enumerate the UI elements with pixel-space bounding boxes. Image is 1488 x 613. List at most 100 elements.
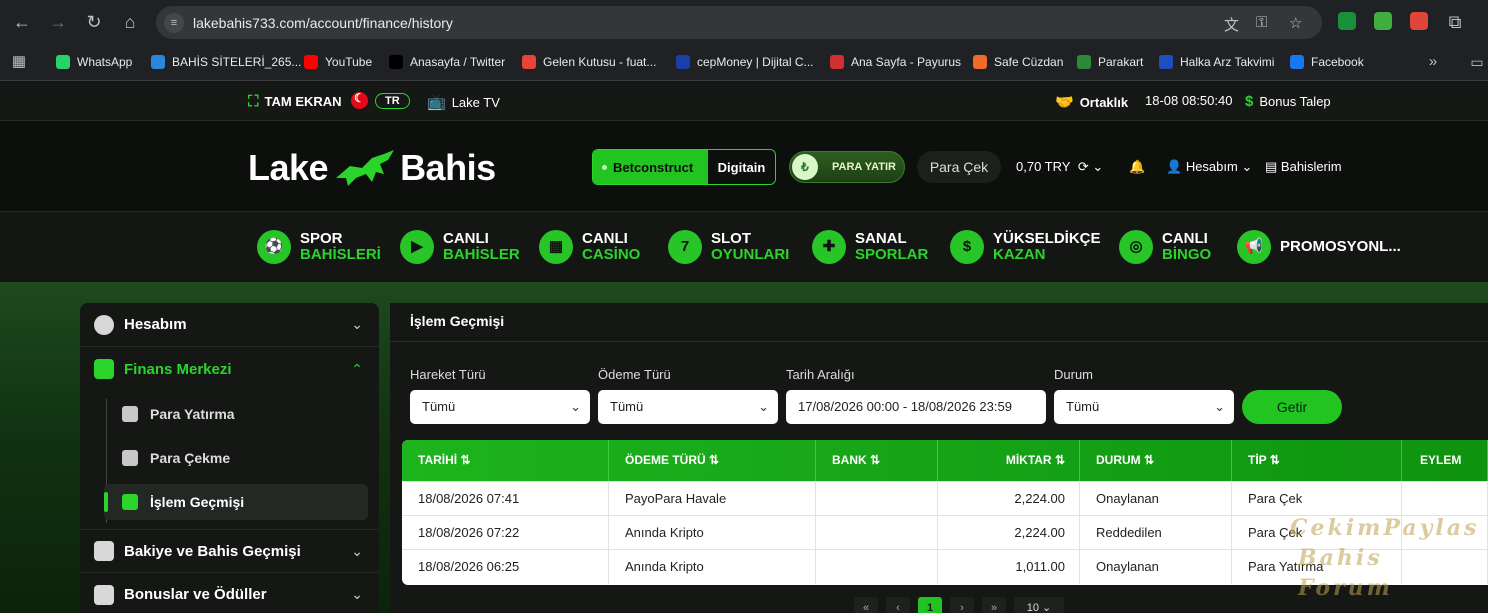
language-selector[interactable]: TR	[351, 91, 410, 109]
forward-icon[interactable]: →	[47, 11, 69, 33]
menu-item[interactable]: ⚽ SPOR BAHİSLERİ	[257, 230, 381, 264]
bookmark-item[interactable]: Ana Sayfa - Payurus	[830, 53, 961, 71]
site-info-icon[interactable]: ≡	[164, 13, 184, 33]
sidebar-item-account[interactable]: Hesabım ⌄	[80, 303, 379, 347]
menu-item[interactable]: 7 SLOT OYUNLARI	[668, 230, 789, 264]
column-header[interactable]: TARİHİ ⇅	[402, 440, 609, 481]
handshake-icon: 🤝	[1055, 94, 1074, 111]
bookmark-star-icon[interactable]: ☆	[1289, 14, 1302, 32]
digitain-option[interactable]: Digitain	[708, 150, 775, 184]
page-button[interactable]: 1	[918, 597, 942, 613]
withdraw-button[interactable]: Para Çek	[917, 151, 1001, 183]
last-page-button[interactable]: »	[982, 597, 1006, 613]
apps-grid-icon[interactable]: ▦	[8, 51, 30, 73]
record-extension-icon[interactable]	[1410, 12, 1428, 30]
partner-button[interactable]: 🤝 Ortaklık	[1055, 93, 1128, 111]
select-value: Tümü	[422, 399, 456, 414]
payment-type-select[interactable]: Tümü ⌄	[598, 390, 778, 424]
sort-icon[interactable]: ⇅	[1052, 453, 1065, 467]
bonus-request-button[interactable]: $ Bonus Talep	[1245, 93, 1331, 110]
vpn-extension-icon[interactable]	[1374, 12, 1392, 30]
deposit-button[interactable]: ₺ PARA YATIR	[789, 151, 905, 183]
bookmark-item[interactable]: Facebook	[1290, 53, 1364, 71]
sidebar-sub-deposit[interactable]: Para Yatırma	[104, 396, 368, 432]
fullscreen-button[interactable]: ⛶ TAM EKRAN	[248, 93, 342, 110]
translate-icon[interactable]: 文	[1224, 14, 1239, 35]
folder-icon[interactable]: ▭	[1466, 51, 1488, 73]
status-select[interactable]: Tümü ⌄	[1054, 390, 1234, 424]
home-icon[interactable]: ⌂	[119, 11, 141, 33]
menu-item-subtitle: KAZAN	[993, 246, 1046, 263]
menu-item-label: PROMOSYONL...	[1280, 239, 1401, 255]
bookmark-item[interactable]: Gelen Kutusu - fuat...	[522, 53, 656, 71]
bookmark-item[interactable]: cepMoney | Dijital C...	[676, 53, 814, 71]
menu-item[interactable]: ▶ CANLI BAHİSLER	[400, 230, 520, 264]
extensions-icon[interactable]: ⧉	[1444, 11, 1466, 33]
bookmark-item[interactable]: Anasayfa / Twitter	[389, 53, 505, 71]
url-text[interactable]: lakebahis733.com/account/finance/history	[193, 15, 453, 31]
column-header[interactable]: MİKTAR ⇅	[938, 440, 1080, 481]
account-menu[interactable]: 👤 Hesabım ⌄	[1166, 159, 1252, 175]
site-header: Lake Bahis Betconstruct Digitain ₺ PARA …	[0, 121, 1488, 211]
sort-icon[interactable]: ⇅	[706, 453, 719, 467]
betconstruct-option[interactable]: Betconstruct	[593, 150, 708, 184]
menu-item[interactable]: ✚ SANAL SPORLAR	[812, 230, 928, 264]
reload-icon[interactable]: ↻	[83, 11, 105, 33]
column-header[interactable]: TİP ⇅	[1232, 440, 1402, 481]
bookmark-item[interactable]: Parakart	[1077, 53, 1143, 71]
transaction-type-select[interactable]: Tümü ⌄	[410, 390, 590, 424]
bookmark-item[interactable]: Safe Cüzdan	[973, 53, 1063, 71]
chevron-down-icon: ⌄	[1241, 159, 1253, 174]
shield-extension-icon[interactable]	[1338, 12, 1356, 30]
sidebar-sub-history[interactable]: İşlem Geçmişi	[104, 484, 368, 520]
wallet-icon	[94, 541, 114, 561]
table-cell: Anında Kripto	[609, 516, 816, 550]
bookmark-item[interactable]: WhatsApp	[56, 53, 132, 71]
column-header[interactable]: ÖDEME TÜRÜ ⇅	[609, 440, 816, 481]
back-icon[interactable]: ←	[11, 11, 33, 33]
sort-icon[interactable]: ⇅	[867, 453, 880, 467]
table-cell	[816, 482, 938, 516]
sort-icon[interactable]: ⇅	[457, 453, 470, 467]
column-header[interactable]: BANK ⇅	[816, 440, 938, 481]
provider-switch[interactable]: Betconstruct Digitain	[592, 149, 776, 185]
bookmark-item[interactable]: BAHİS SİTELERİ_265...	[151, 53, 301, 71]
sidebar-sub-withdraw[interactable]: Para Çekme	[104, 440, 368, 476]
bookmark-item[interactable]: Halka Arz Takvimi	[1159, 53, 1274, 71]
sidebar-item-balance-history[interactable]: Bakiye ve Bahis Geçmişi ⌄	[80, 529, 379, 573]
more-bookmarks-icon[interactable]: »	[1422, 51, 1444, 73]
lake-tv-button[interactable]: 📺 Lake TV	[427, 93, 500, 111]
notifications-bell-icon[interactable]: 🔔	[1129, 159, 1145, 175]
table-cell	[816, 550, 938, 584]
menu-item-subtitle: BİNGO	[1162, 246, 1212, 263]
menu-item-subtitle: BAHİSLERİ	[300, 246, 381, 263]
bookmark-item[interactable]: YouTube	[304, 53, 372, 71]
my-bets-link[interactable]: ▤ Bahislerim	[1265, 159, 1342, 175]
menu-item[interactable]: ▦ CANLI CASİNO	[539, 230, 640, 264]
prev-page-button[interactable]: ‹	[886, 597, 910, 613]
menu-item[interactable]: ◎ CANLI BİNGO	[1119, 230, 1211, 264]
sort-icon[interactable]: ⇅	[1141, 453, 1154, 467]
next-page-button[interactable]: ›	[950, 597, 974, 613]
balance-display[interactable]: 0,70 TRY ⟳ ⌄	[1016, 159, 1103, 175]
column-header[interactable]: DURUM ⇅	[1080, 440, 1232, 481]
refresh-icon[interactable]: ⟳	[1078, 159, 1089, 174]
sidebar-item-finance[interactable]: Finans Merkezi ⌃	[80, 347, 379, 391]
site-logo[interactable]: Lake Bahis	[248, 147, 496, 189]
page-size-select[interactable]: 10 ⌄	[1014, 597, 1064, 613]
bookmark-label: Facebook	[1311, 55, 1364, 69]
date-range-input[interactable]: 17/08/2026 00:00 - 18/08/2026 23:59	[786, 390, 1046, 424]
first-page-button[interactable]: «	[854, 597, 878, 613]
menu-item[interactable]: $ YÜKSELDİKÇE KAZAN	[950, 230, 1101, 264]
submit-button[interactable]: Getir	[1242, 390, 1342, 424]
key-icon[interactable]: ⚿	[1256, 14, 1267, 31]
sidebar-sub-label: Para Yatırma	[150, 406, 235, 422]
table-cell: Anında Kripto	[609, 550, 816, 584]
site-topbar: ⛶ TAM EKRAN TR 📺 Lake TV 🤝 Ortaklık 18-0…	[0, 81, 1488, 121]
table-row[interactable]: 18/08/2026 07:41 PayoPara Havale 2,224.00 O…	[402, 481, 1488, 516]
sort-icon[interactable]: ⇅	[1266, 453, 1280, 467]
address-bar[interactable]: ≡ lakebahis733.com/account/finance/histo…	[156, 6, 1322, 39]
sidebar-item-bonuses[interactable]: Bonuslar ve Ödüller ⌄	[80, 573, 379, 613]
column-header[interactable]: EYLEM	[1402, 440, 1488, 481]
menu-item[interactable]: 📢 PROMOSYONL...	[1237, 230, 1401, 264]
